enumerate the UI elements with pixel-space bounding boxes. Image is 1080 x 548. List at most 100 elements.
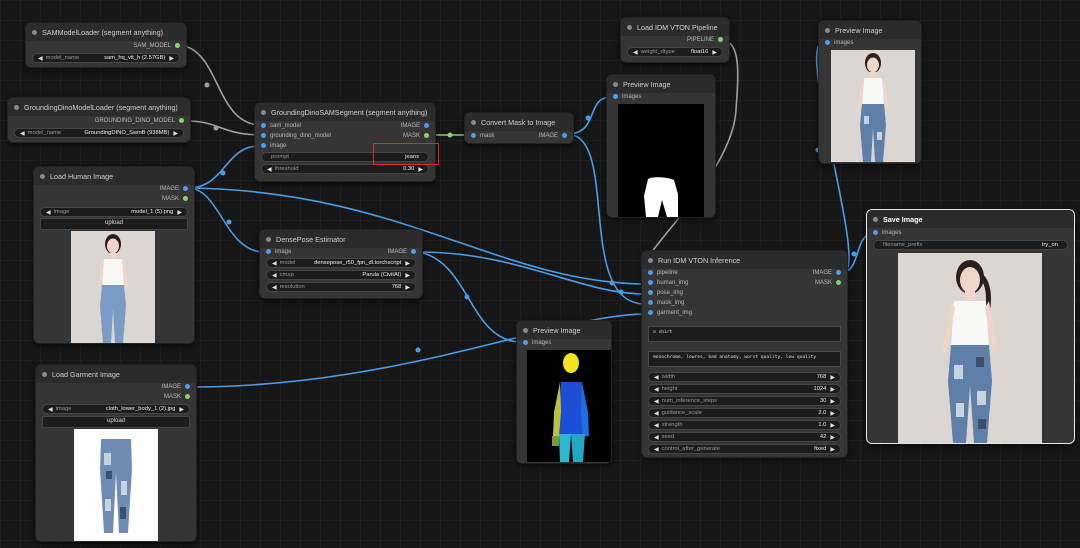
output-mask[interactable]: MASK — [162, 195, 188, 204]
positive-prompt-textarea[interactable]: a shirt — [648, 326, 841, 342]
combo-image-file[interactable]: ◀ image model_1 (5).png ▶ — [40, 207, 188, 217]
node-run-idm-vton-inference[interactable]: Run IDM VTON Inference pipeline human_im… — [641, 250, 848, 458]
node-sam-model-loader[interactable]: SAMModelLoader (segment anything) SAM_MO… — [25, 22, 187, 68]
node-title[interactable]: Load Garment Image — [36, 365, 196, 383]
node-title[interactable]: GroundingDinoSAMSegment (segment anythin… — [255, 103, 435, 121]
input-mask[interactable]: mask — [471, 132, 494, 141]
node-preview-image-pose[interactable]: Preview Image images — [516, 320, 612, 464]
node-grounding-dino-sam-segment[interactable]: GroundingDinoSAMSegment (segment anythin… — [254, 102, 436, 182]
combo-weight-dtype[interactable]: ◀ weight_dtype float16 ▶ — [627, 47, 723, 57]
arrow-right-icon[interactable]: ▶ — [830, 398, 835, 405]
output-image[interactable]: IMAGE — [539, 132, 567, 141]
collapse-dot[interactable] — [873, 216, 878, 222]
node-title[interactable]: Load Human Image — [34, 167, 194, 185]
node-title[interactable]: Run IDM VTON Inference — [642, 251, 847, 269]
node-title[interactable]: Load IDM VTON Pipeline — [621, 18, 729, 36]
node-load-garment-image[interactable]: Load Garment Image IMAGE MASK ◀ image cl… — [35, 364, 197, 542]
arrow-right-icon[interactable]: ▶ — [830, 410, 835, 417]
node-title[interactable]: DensePose Estimator — [260, 230, 422, 248]
arrow-left-icon[interactable]: ◀ — [20, 130, 25, 137]
node-load-human-image[interactable]: Load Human Image IMAGE MASK ◀ image mode… — [33, 166, 195, 344]
upload-button[interactable]: upload — [42, 416, 190, 428]
width-slider[interactable]: ◀ width 768 ▶ — [648, 372, 841, 382]
arrow-right-icon[interactable]: ▶ — [830, 386, 835, 393]
seed-input[interactable]: ◀ seed 42 ▶ — [648, 432, 841, 442]
arrow-left-icon[interactable]: ◀ — [46, 209, 51, 216]
node-densepose-estimator[interactable]: DensePose Estimator image IMAGE ◀ model … — [259, 229, 423, 299]
collapse-dot[interactable] — [40, 173, 45, 179]
input-images[interactable]: images — [613, 93, 641, 102]
arrow-left-icon[interactable]: ◀ — [654, 386, 659, 393]
input-garment-img[interactable]: garment_img — [648, 309, 692, 318]
height-slider[interactable]: ◀ height 1024 ▶ — [648, 384, 841, 394]
collapse-dot[interactable] — [825, 27, 830, 33]
arrow-right-icon[interactable]: ▶ — [169, 55, 174, 62]
node-load-idm-vton-pipeline[interactable]: Load IDM VTON Pipeline PIPELINE ◀ weight… — [620, 17, 730, 63]
arrow-right-icon[interactable]: ▶ — [405, 284, 410, 291]
node-title[interactable]: Preview Image — [517, 321, 611, 339]
node-grounding-dino-loader[interactable]: GroundingDinoModelLoader (segment anythi… — [7, 97, 191, 143]
combo-image-file[interactable]: ◀ image cloth_lower_body_1 (2).jpg ▶ — [42, 404, 190, 414]
arrow-left-icon[interactable]: ◀ — [272, 284, 277, 291]
arrow-left-icon[interactable]: ◀ — [654, 446, 659, 453]
output-image[interactable]: IMAGE — [813, 269, 841, 278]
node-title[interactable]: Save Image — [867, 210, 1074, 228]
arrow-left-icon[interactable]: ◀ — [654, 434, 659, 441]
output-mask[interactable]: MASK — [403, 132, 429, 141]
arrow-left-icon[interactable]: ◀ — [633, 49, 638, 56]
node-title[interactable]: Preview Image — [607, 75, 715, 93]
control-after-generate-combo[interactable]: ◀ control_after_generate fixed ▶ — [648, 444, 841, 454]
node-save-image[interactable]: Save Image images filename_prefix try_on — [866, 209, 1075, 444]
input-sam-model[interactable]: sam_model — [261, 122, 301, 131]
output-image[interactable]: IMAGE — [401, 122, 429, 131]
node-preview-image-result[interactable]: Preview Image images — [818, 20, 922, 164]
arrow-left-icon[interactable]: ◀ — [38, 55, 43, 62]
arrow-left-icon[interactable]: ◀ — [272, 272, 277, 279]
collapse-dot[interactable] — [42, 371, 47, 377]
input-human-img[interactable]: human_img — [648, 279, 688, 288]
arrow-right-icon[interactable]: ▶ — [830, 434, 835, 441]
node-title[interactable]: SAMModelLoader (segment anything) — [26, 23, 186, 41]
arrow-right-icon[interactable]: ▶ — [173, 130, 178, 137]
collapse-dot[interactable] — [261, 109, 266, 115]
arrow-right-icon[interactable]: ▶ — [177, 209, 182, 216]
resolution-slider[interactable]: ◀ resolution 768 ▶ — [266, 282, 416, 292]
combo-model-name[interactable]: ◀ model_name GroundingDINO_SwinB (938MB)… — [14, 128, 184, 138]
collapse-dot[interactable] — [14, 104, 19, 110]
output-grounding-dino-model[interactable]: GROUNDING_DINO_MODEL — [95, 117, 184, 126]
arrow-right-icon[interactable]: ▶ — [830, 422, 835, 429]
arrow-left-icon[interactable]: ◀ — [272, 260, 277, 267]
node-title[interactable]: GroundingDinoModelLoader (segment anythi… — [8, 98, 190, 116]
collapse-dot[interactable] — [613, 81, 618, 87]
output-image[interactable]: IMAGE — [160, 185, 188, 194]
collapse-dot[interactable] — [648, 257, 653, 263]
input-image[interactable]: image — [261, 142, 286, 151]
steps-slider[interactable]: ◀ num_inference_steps 30 ▶ — [648, 396, 841, 406]
arrow-right-icon[interactable]: ▶ — [405, 260, 410, 267]
collapse-dot[interactable] — [471, 119, 476, 125]
arrow-right-icon[interactable]: ▶ — [418, 166, 423, 173]
collapse-dot[interactable] — [266, 236, 271, 242]
arrow-left-icon[interactable]: ◀ — [654, 422, 659, 429]
arrow-left-icon[interactable]: ◀ — [48, 406, 53, 413]
output-mask[interactable]: MASK — [164, 393, 190, 402]
node-title[interactable]: Preview Image — [819, 21, 921, 39]
input-images[interactable]: images — [825, 39, 853, 48]
arrow-right-icon[interactable]: ▶ — [405, 272, 410, 279]
combo-cmap[interactable]: ◀ cmap Parula (CivitAI) ▶ — [266, 270, 416, 280]
collapse-dot[interactable] — [523, 327, 528, 333]
input-pipeline[interactable]: pipeline — [648, 269, 678, 278]
arrow-right-icon[interactable]: ▶ — [179, 406, 184, 413]
output-pipeline[interactable]: PIPELINE — [687, 36, 723, 45]
strength-slider[interactable]: ◀ strength 1.0 ▶ — [648, 420, 841, 430]
input-mask-img[interactable]: mask_img — [648, 299, 684, 308]
node-preview-image-mask[interactable]: Preview Image images — [606, 74, 716, 218]
filename-prefix-input[interactable]: filename_prefix try_on — [873, 240, 1068, 250]
input-grounding-dino-model[interactable]: grounding_dino_model — [261, 132, 331, 141]
output-image[interactable]: IMAGE — [162, 383, 190, 392]
output-image[interactable]: IMAGE — [388, 248, 416, 257]
node-convert-mask-to-image[interactable]: Convert Mask to Image mask IMAGE — [464, 112, 574, 144]
collapse-dot[interactable] — [627, 24, 632, 30]
combo-model-name[interactable]: ◀ model_name sam_hq_vit_h (2.57GB) ▶ — [32, 53, 180, 63]
output-sam-model[interactable]: SAM_MODEL — [133, 42, 180, 51]
